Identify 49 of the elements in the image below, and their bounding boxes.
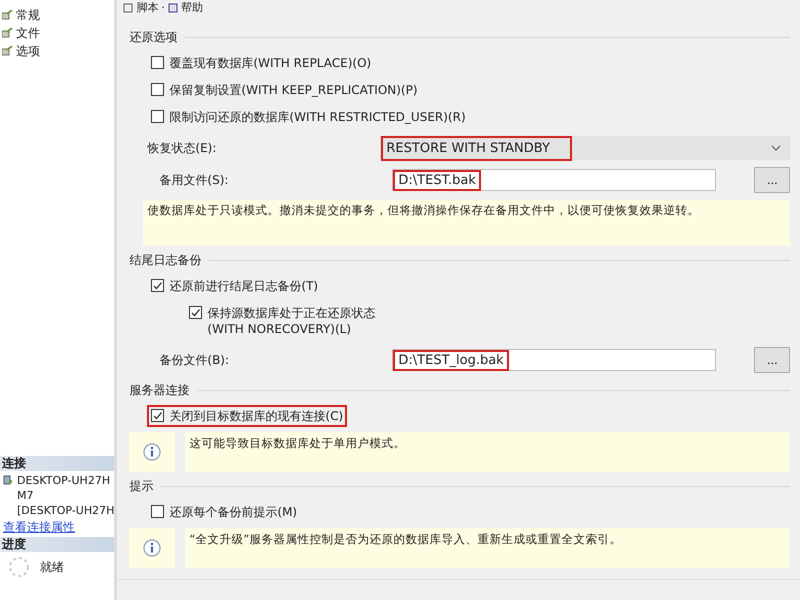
section-title: 服务器连接 — [129, 382, 190, 398]
section-title: 提示 — [129, 478, 154, 494]
browse-button[interactable]: ... — [754, 347, 790, 373]
toolbar-separator: · — [161, 1, 165, 14]
page-icon — [2, 10, 13, 20]
info-message: “全文升级”服务器属性控制是否为还原的数据库导入、重新生成或重置全文索引。 — [185, 528, 790, 568]
section-title: 结尾日志备份 — [129, 252, 202, 268]
progress-header: 进度 — [0, 537, 114, 552]
spinner-icon — [8, 556, 30, 578]
server-name-line: M7 — [17, 488, 34, 503]
check-icon — [152, 410, 164, 421]
browse-button[interactable]: ... — [754, 167, 790, 193]
sidebar-page-item[interactable]: 常规 — [16, 6, 40, 24]
checkbox[interactable]: 限制访问还原的数据库(WITH RESTRICTED_USER)(R) — [147, 106, 470, 128]
checkbox[interactable]: 保留复制设置(WITH KEEP_REPLICATION)(P) — [147, 79, 422, 101]
highlighted-checkbox[interactable]: 关闭到目标数据库的现有连接(C) — [147, 405, 348, 427]
section-title: 还原选项 — [129, 28, 178, 46]
info-icon — [143, 443, 162, 461]
dropdown-value: RESTORE WITH STANDBY — [381, 136, 572, 160]
server-icon — [3, 475, 13, 485]
file-path-field[interactable]: D:\TEST_log.bak — [392, 349, 716, 371]
check-icon — [152, 280, 164, 291]
description-note: 使数据库处于只读模式。撤消未提交的事务，但将撤消操作保存在备用文件中，以便可使恢复效果逆转。 — [143, 200, 790, 246]
field-label: 恢复状态(E): — [146, 140, 218, 156]
file-path-value: D:\TEST.bak — [393, 170, 481, 190]
checkbox[interactable]: 覆盖现有数据库(WITH REPLACE)(O) — [147, 52, 376, 74]
file-path-value: D:\TEST_log.bak — [393, 350, 509, 370]
file-path-field[interactable]: D:\TEST.bak — [392, 169, 716, 191]
field-label: 备用文件(S): — [158, 172, 230, 188]
checkbox[interactable]: 还原每个备份前提示(M) — [147, 501, 302, 523]
progress-status: 就绪 — [40, 558, 64, 576]
server-name-line: DESKTOP-UH27H — [17, 473, 112, 488]
info-message: 这可能导致目标数据库处于单用户模式。 — [185, 432, 790, 472]
info-icon — [143, 539, 162, 557]
connection-header: 连接 — [0, 456, 114, 471]
page-icon — [2, 28, 13, 38]
server-name-line: [DESKTOP-UH27H — [17, 503, 114, 518]
restore-state-dropdown[interactable]: RESTORE WITH STANDBY — [380, 136, 790, 160]
chevron-icon — [771, 145, 782, 151]
sidebar-page-item[interactable]: 选项 — [16, 42, 40, 60]
page-icon — [2, 46, 13, 56]
sidebar-page-item[interactable]: 文件 — [16, 24, 40, 42]
check-icon — [190, 307, 202, 318]
help-menu[interactable]: 帮助 — [180, 0, 203, 15]
checkbox[interactable]: 保持源数据库处于正在还原状态 (WITH NORECOVERY)(L) — [185, 302, 380, 340]
script-menu[interactable]: 脚本 — [136, 0, 158, 15]
checkbox[interactable]: 还原前进行结尾日志备份(T) — [147, 275, 322, 297]
field-label: 备份文件(B): — [158, 352, 230, 368]
connection-properties-link[interactable]: 查看连接属性 — [3, 519, 75, 537]
